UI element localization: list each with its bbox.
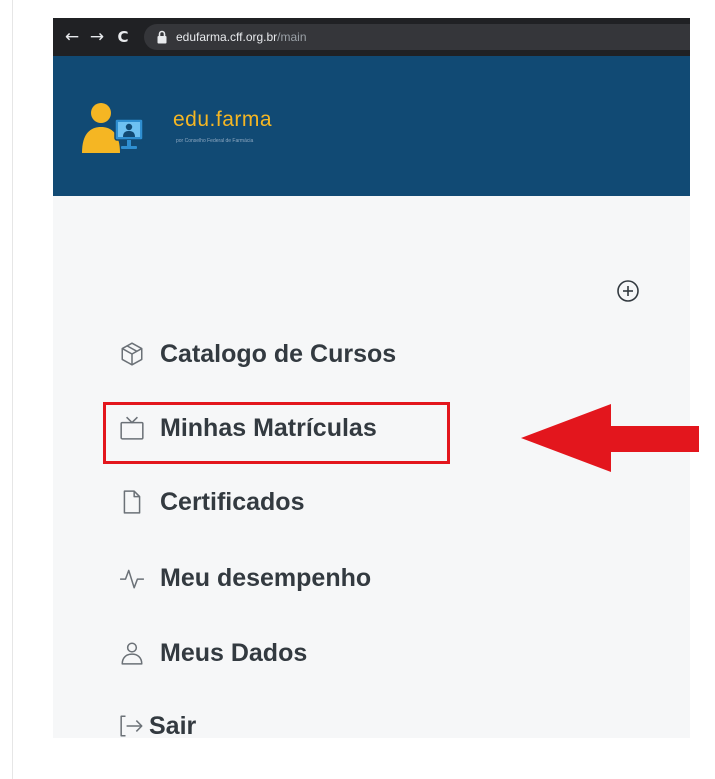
- user-icon: [121, 642, 143, 665]
- reload-icon[interactable]: C: [112, 29, 134, 45]
- forward-arrow-icon[interactable]: →: [86, 28, 108, 46]
- brand-name: edu.farma: [173, 108, 273, 131]
- browser-toolbar: ← → C edufarma.cff.org.br/main: [53, 18, 690, 56]
- sidebar-item-meu-desempenho[interactable]: Meu desempenho: [119, 558, 371, 598]
- file-icon: [123, 490, 141, 514]
- highlight-box: [103, 402, 450, 464]
- package-icon: [121, 342, 143, 366]
- sidebar-item-label: Catalogo de Cursos: [160, 339, 397, 368]
- url-path: /main: [277, 30, 307, 44]
- add-circle-icon[interactable]: [616, 279, 640, 303]
- page-divider: [12, 0, 13, 779]
- sidebar-item-meus-dados[interactable]: Meus Dados: [119, 633, 307, 673]
- edufarma-logo-icon[interactable]: [82, 100, 148, 155]
- sidebar-item-sair[interactable]: Sair: [119, 706, 196, 746]
- brand-tagline: por Conselho Federal de Farmácia: [176, 138, 254, 144]
- sidebar-item-label: Sair: [149, 711, 197, 740]
- sidebar-item-certificados[interactable]: Certificados: [119, 482, 304, 522]
- url-host: edufarma.cff.org.br: [176, 30, 278, 44]
- sidebar-item-label: Certificados: [160, 487, 305, 516]
- log-out-icon: [120, 715, 143, 737]
- sidebar-item-label: Meus Dados: [160, 638, 308, 667]
- app-header: edu.farma por Conselho Federal de Farmác…: [53, 56, 690, 196]
- back-arrow-icon[interactable]: ←: [61, 28, 83, 46]
- sidebar-item-catalogo-de-cursos[interactable]: Catalogo de Cursos: [119, 334, 396, 374]
- sidebar-menu: Catalogo de Cursos Minhas Matrículas Cer…: [53, 196, 699, 740]
- activity-icon: [120, 569, 144, 589]
- sidebar-item-label: Meu desempenho: [160, 563, 372, 592]
- address-bar[interactable]: edufarma.cff.org.br/main: [144, 24, 690, 50]
- lock-icon: [157, 30, 167, 44]
- red-arrow-icon: [521, 404, 699, 472]
